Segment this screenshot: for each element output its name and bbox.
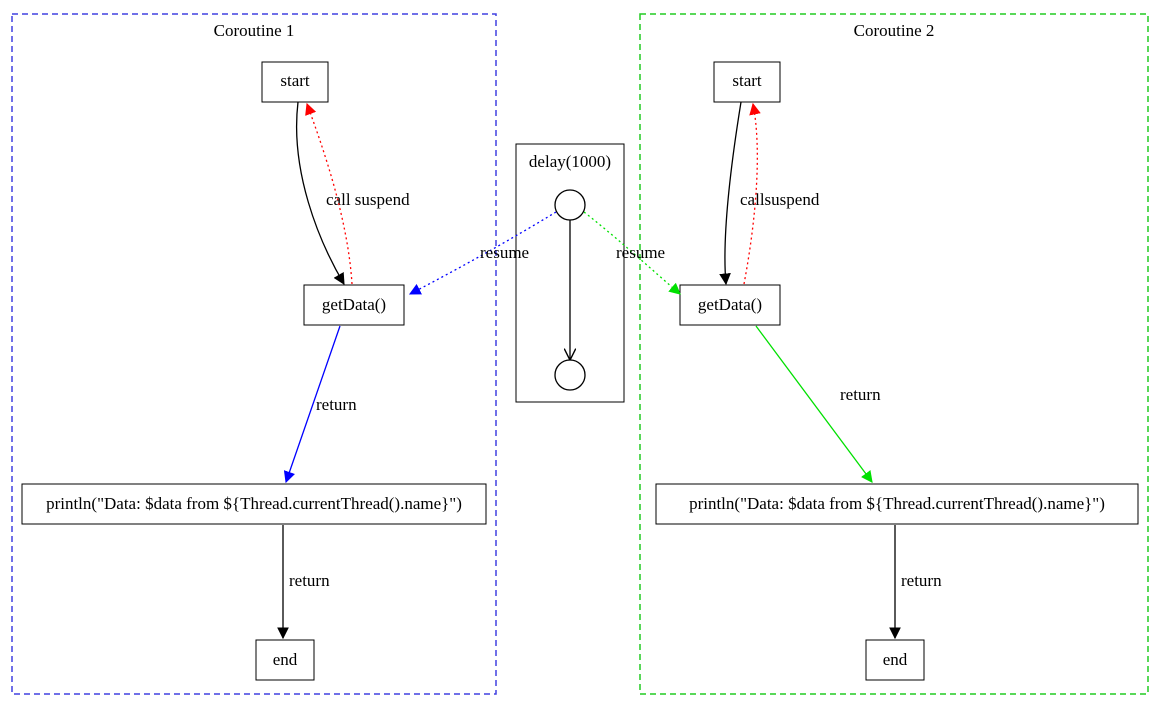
- coroutine-2-title: Coroutine 2: [854, 21, 935, 40]
- coroutine-2-cluster: [640, 14, 1148, 694]
- c2-edge-return1-label: return: [840, 385, 881, 404]
- c2-edge-call-suspend: [725, 102, 741, 284]
- c1-getdata-label: getData(): [322, 295, 386, 314]
- coroutine-1-title: Coroutine 1: [214, 21, 295, 40]
- c1-start-label: start: [280, 71, 310, 90]
- c2-end-label: end: [883, 650, 908, 669]
- c1-println-label: println("Data: $data from ${Thread.curre…: [46, 494, 462, 513]
- c1-edge-resume-label: resume: [480, 243, 529, 262]
- c2-edge-return2-label: return: [901, 571, 942, 590]
- c2-edge-resume-label: resume: [616, 243, 665, 262]
- coroutine-1-cluster: [12, 14, 496, 694]
- delay-bottom-circle: [555, 360, 585, 390]
- c2-start-label: start: [732, 71, 762, 90]
- delay-top-circle: [555, 190, 585, 220]
- c1-edge-call-suspend-label: call suspend: [326, 190, 410, 209]
- c1-edge-return2-label: return: [289, 571, 330, 590]
- coroutine-diagram: Coroutine 1 start getData() println("Dat…: [0, 0, 1161, 707]
- c2-edge-return1: [756, 326, 872, 482]
- c1-edge-return1-label: return: [316, 395, 357, 414]
- c2-println-label: println("Data: $data from ${Thread.curre…: [689, 494, 1105, 513]
- delay-label: delay(1000): [529, 152, 611, 171]
- c1-end-label: end: [273, 650, 298, 669]
- c2-getdata-label: getData(): [698, 295, 762, 314]
- c2-edge-call-suspend-label: callsuspend: [740, 190, 820, 209]
